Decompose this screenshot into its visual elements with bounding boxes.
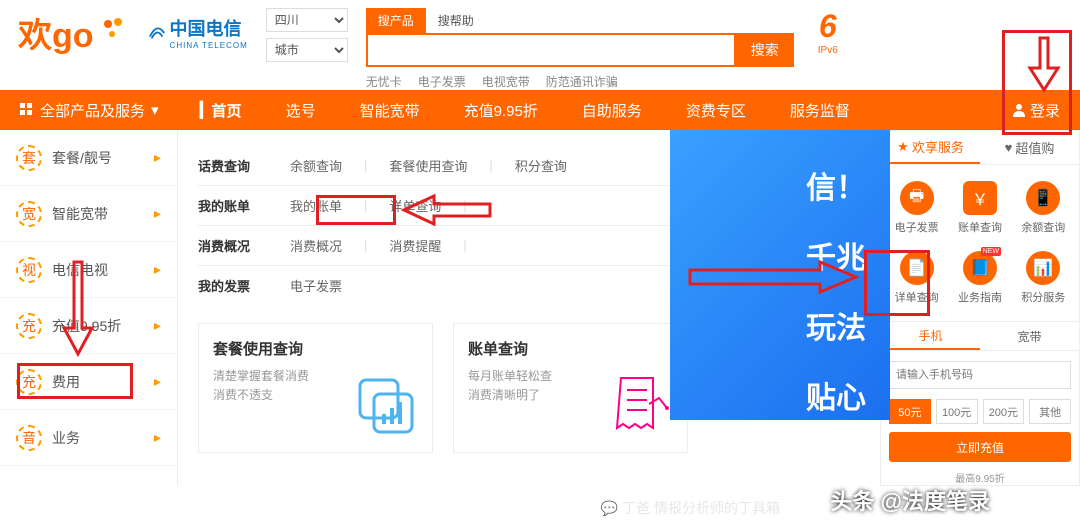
main-nav: 全部产品及服务 ▾ ▎首页 选号 智能宽带 充值9.95折 自助服务 资费专区 …: [0, 90, 1080, 130]
right-panel: ★欢享服务 ♥超值购 🖶电子发票 ￥账单查询 📱余额查询 📄详单查询 📘NEW业…: [880, 130, 1080, 486]
row-label: 我的账单: [198, 196, 268, 215]
card-package-usage[interactable]: 套餐使用查询清楚掌握套餐消费消费不透支: [198, 323, 433, 453]
link-einvoice[interactable]: 电子发票: [290, 276, 342, 295]
sidebar-item-broadband[interactable]: 宽智能宽带▸: [0, 186, 177, 242]
fee-icon: 充: [16, 369, 42, 395]
amount-100[interactable]: 100元: [936, 399, 978, 424]
region-select[interactable]: 四川: [266, 8, 348, 32]
nav-item[interactable]: 自助服务: [560, 90, 664, 130]
nav-item[interactable]: 选号: [264, 90, 338, 130]
quick-einvoice[interactable]: 🖶电子发票: [885, 173, 948, 243]
city-select[interactable]: 城市: [266, 38, 348, 62]
nav-item[interactable]: 智能宽带: [338, 90, 442, 130]
chevron-right-icon: ▸: [154, 373, 161, 390]
link-detail-query[interactable]: 详单查询: [389, 196, 441, 215]
star-icon: ★: [897, 139, 909, 155]
quick-guide[interactable]: 📘NEW业务指南: [948, 243, 1011, 313]
search-input[interactable]: [366, 33, 736, 67]
link-points[interactable]: 积分查询: [515, 156, 567, 175]
yen-icon: ￥: [963, 181, 997, 215]
bars-icon: 📊: [1026, 251, 1060, 285]
quick-detail[interactable]: 📄详单查询: [885, 243, 948, 313]
row-label: 消费概况: [198, 236, 268, 255]
nav-item[interactable]: 资费专区: [664, 90, 768, 130]
row-label: 我的发票: [198, 276, 268, 295]
search-button[interactable]: 搜索: [736, 33, 794, 67]
broadband-icon: 宽: [16, 201, 42, 227]
user-icon: [1012, 103, 1026, 117]
phone-input[interactable]: [889, 361, 1071, 389]
tv-icon: 视: [16, 257, 42, 283]
sidebar-item-package[interactable]: 套套餐/靓号▸: [0, 130, 177, 186]
hot-link[interactable]: 电视宽带: [482, 73, 530, 90]
chevron-right-icon: ▸: [154, 429, 161, 446]
recharge-tab-broadband[interactable]: 宽带: [980, 322, 1079, 350]
printer-icon: 🖶: [900, 181, 934, 215]
rtab-deals[interactable]: ♥超值购: [980, 131, 1079, 164]
phone-icon: 📱: [1026, 181, 1060, 215]
link-package-usage[interactable]: 套餐使用查询: [389, 156, 467, 175]
nav-item[interactable]: 服务监督: [768, 90, 872, 130]
link-my-bill[interactable]: 我的账单: [290, 196, 342, 215]
amount-50[interactable]: 50元: [889, 399, 931, 424]
hot-link[interactable]: 防范通讯诈骗: [546, 73, 618, 90]
logo-dots-icon: [104, 16, 132, 50]
book-icon: 📘NEW: [963, 251, 997, 285]
sidebar-item-tv[interactable]: 视电信电视▸: [0, 242, 177, 298]
quick-bill[interactable]: ￥账单查询: [948, 173, 1011, 243]
recharge-icon: 充: [16, 313, 42, 339]
business-icon: 音: [16, 425, 42, 451]
link-balance[interactable]: 余额查询: [290, 156, 342, 175]
quick-balance[interactable]: 📱余额查询: [1012, 173, 1075, 243]
doc-yen-icon: 📄: [900, 251, 934, 285]
amount-other[interactable]: 其他: [1029, 399, 1071, 424]
chevron-right-icon: ▸: [154, 317, 161, 334]
search-tab-help[interactable]: 搜帮助: [426, 8, 486, 33]
sidebar-item-recharge[interactable]: 充充值9.95折▸: [0, 298, 177, 354]
ipv6-badge: 6IPv6: [818, 8, 838, 56]
logo: 欢go 中国电信 CHINA TELECOM: [18, 8, 248, 57]
sidebar: 套套餐/靓号▸ 宽智能宽带▸ 视电信电视▸ 充充值9.95折▸ 充费用▸ 音业务…: [0, 130, 178, 486]
sidebar-item-business[interactable]: 音业务▸: [0, 410, 177, 466]
nav-item[interactable]: 充值9.95折: [442, 90, 560, 130]
package-chart-icon: [354, 374, 418, 438]
rtab-service[interactable]: ★欢享服务: [881, 131, 980, 164]
nav-all-categories[interactable]: 全部产品及服务 ▾: [0, 100, 178, 121]
package-icon: 套: [16, 145, 42, 171]
chevron-right-icon: ▸: [154, 205, 161, 222]
hot-link[interactable]: 无忧卡: [366, 73, 402, 90]
recharge-button[interactable]: 立即充值: [889, 432, 1071, 462]
discount-note: 最高9.95折: [881, 470, 1079, 485]
chevron-down-icon: ▾: [151, 101, 159, 119]
chevron-right-icon: ▸: [154, 149, 161, 166]
telecom-logo: 中国电信 CHINA TELECOM: [148, 15, 248, 50]
login-button[interactable]: 登录: [992, 100, 1080, 121]
hot-link[interactable]: 电子发票: [418, 73, 466, 90]
quick-points[interactable]: 📊积分服务: [1012, 243, 1075, 313]
recharge-tab-phone[interactable]: 手机: [881, 322, 980, 350]
card-bill-query[interactable]: 账单查询每月账单轻松查消费清晰明了: [453, 323, 688, 453]
link-reminder[interactable]: 消费提醒: [389, 236, 441, 255]
content-area: 话费查询 余额查询| 套餐使用查询| 积分查询 我的账单 我的账单| 详单查询|…: [178, 130, 880, 486]
sidebar-item-fee[interactable]: 充费用▸: [0, 354, 177, 410]
promo-banner: 信！ 千兆 玩法 贴心: [670, 130, 890, 420]
heart-icon: ♥: [1005, 140, 1013, 155]
row-label: 话费查询: [198, 156, 268, 175]
watermark-author: 头条 @法度笔录: [830, 484, 990, 516]
grid-icon: [20, 103, 34, 117]
amount-200[interactable]: 200元: [983, 399, 1025, 424]
bill-icon: [609, 374, 673, 438]
link-overview[interactable]: 消费概况: [290, 236, 342, 255]
watermark-wechat: 💬 丁爸 情报分析师的丁具箱: [601, 498, 780, 518]
chevron-right-icon: ▸: [154, 261, 161, 278]
search-tab-product[interactable]: 搜产品: [366, 8, 426, 33]
nav-home[interactable]: ▎首页: [178, 90, 264, 130]
